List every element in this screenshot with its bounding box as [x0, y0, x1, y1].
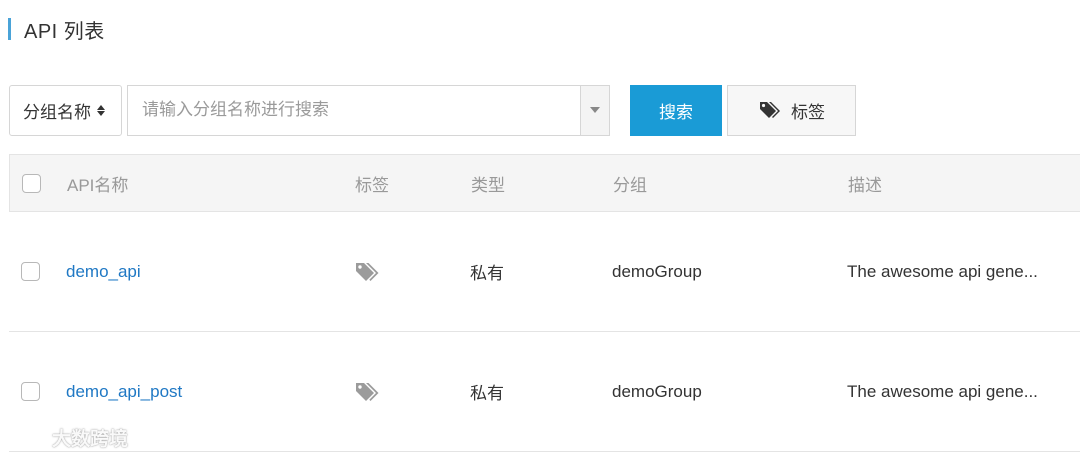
api-name-link[interactable]: demo_api_post: [66, 382, 182, 402]
row-checkbox[interactable]: [21, 382, 40, 401]
watermark: 大数跨境: [8, 424, 128, 451]
table-row: demo_api 私有 demoGroup The awesome api ge…: [9, 212, 1080, 332]
page-header: API 列表: [8, 16, 105, 43]
filter-field-select[interactable]: 分组名称: [9, 84, 122, 136]
page-title: API 列表: [24, 20, 105, 43]
table-row: demo_api_post 私有 demoGroup The awesome a…: [9, 332, 1080, 452]
table-header: API名称 标签 类型 分组 描述: [9, 154, 1080, 212]
tags-icon[interactable]: [354, 261, 380, 283]
tag-button[interactable]: 标签: [727, 84, 856, 136]
tag-button-label: 标签: [791, 102, 825, 122]
api-description: The awesome api gene...: [847, 261, 1038, 281]
search-input[interactable]: [128, 85, 580, 135]
watermark-text: 大数跨境: [52, 429, 129, 450]
title-accent-bar: [8, 18, 11, 40]
select-arrows-icon: [97, 104, 105, 116]
watermark-logo-icon: [9, 429, 44, 446]
select-all-checkbox[interactable]: [22, 173, 41, 193]
column-header-description: 描述: [848, 175, 882, 195]
search-toolbar: 分组名称 搜索 标签: [9, 84, 856, 136]
column-header-type: 类型: [471, 175, 505, 195]
column-header-group: 分组: [613, 175, 647, 195]
api-table: API名称 标签 类型 分组 描述 demo_api 私有 demoGroup …: [9, 154, 1080, 452]
search-button[interactable]: 搜索: [630, 84, 722, 136]
tags-icon: [760, 102, 780, 118]
row-checkbox[interactable]: [21, 262, 40, 281]
search-dropdown-button[interactable]: [580, 85, 609, 135]
column-header-tag: 标签: [355, 175, 389, 195]
api-type: 私有: [470, 384, 504, 403]
api-group: demoGroup: [612, 381, 702, 401]
filter-field-select-value: 分组名称: [23, 102, 91, 122]
tags-icon[interactable]: [354, 381, 380, 403]
column-header-name[interactable]: API名称: [67, 155, 128, 211]
api-group: demoGroup: [612, 261, 702, 281]
caret-down-icon: [590, 107, 600, 113]
api-name-link[interactable]: demo_api: [66, 262, 141, 282]
api-description: The awesome api gene...: [847, 381, 1038, 401]
api-type: 私有: [470, 264, 504, 283]
search-combobox: [127, 84, 610, 136]
